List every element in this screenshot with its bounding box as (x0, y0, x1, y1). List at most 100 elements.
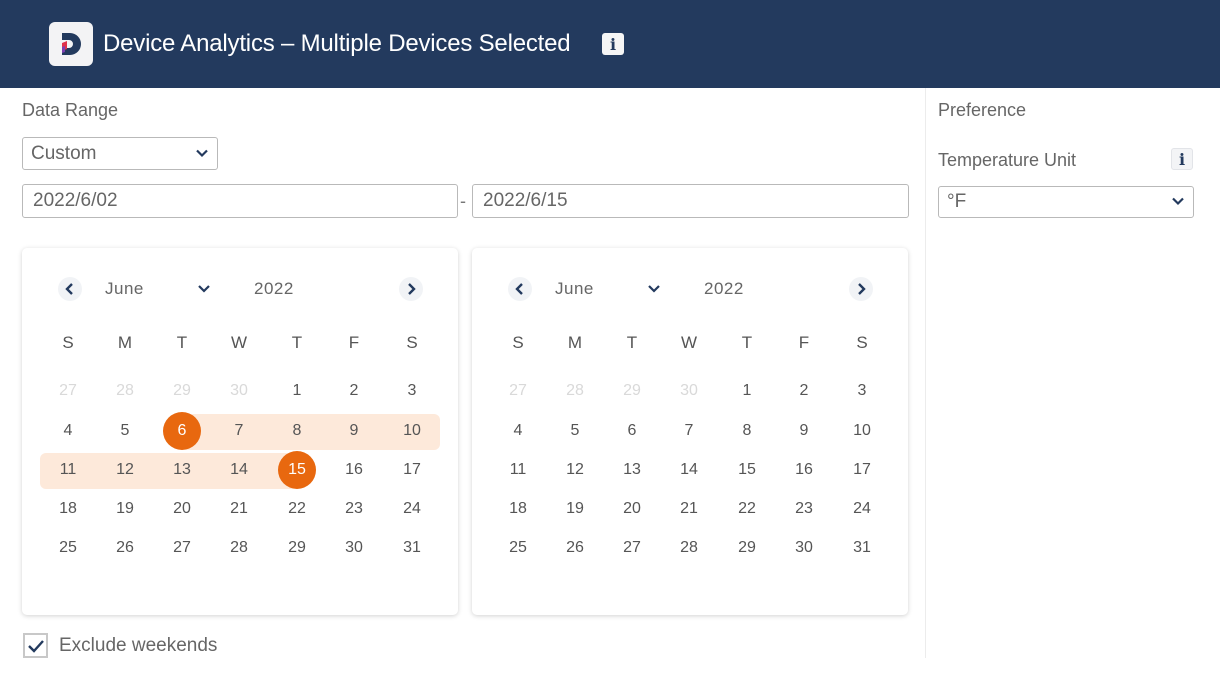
calendar-day[interactable]: 26 (555, 529, 595, 567)
calendar-day[interactable]: 21 (219, 490, 259, 528)
start-date-input[interactable]: 2022/6/02 (22, 184, 458, 218)
calendar-day[interactable]: 7 (669, 412, 709, 450)
calendar-day[interactable]: 11 (48, 451, 88, 489)
calendar-day[interactable]: 30 (784, 529, 824, 567)
calendar-day[interactable]: 1 (727, 372, 767, 410)
calendar-day[interactable]: 4 (498, 412, 538, 450)
calendar-day[interactable]: 5 (105, 412, 145, 450)
calendar-day[interactable]: 24 (842, 490, 882, 528)
calendar-day[interactable]: 18 (498, 490, 538, 528)
outside-month-day[interactable]: 27 (498, 372, 538, 410)
calendar-day[interactable]: 12 (105, 451, 145, 489)
calendar-day[interactable]: 23 (784, 490, 824, 528)
calendar-day[interactable]: 26 (105, 529, 145, 567)
calendar-day[interactable]: 8 (277, 412, 317, 450)
calendar-day[interactable]: 21 (669, 490, 709, 528)
calendar-day[interactable]: 19 (555, 490, 595, 528)
temperature-unit-select[interactable]: °F (938, 186, 1194, 218)
prev-month-button[interactable] (508, 277, 532, 301)
outside-month-day[interactable]: 30 (219, 372, 259, 410)
calendar-day[interactable]: 10 (392, 412, 432, 450)
end-date-input[interactable]: 2022/6/15 (472, 184, 909, 218)
calendar-day[interactable]: 25 (48, 529, 88, 567)
calendar-day[interactable]: 15 (727, 451, 767, 489)
temperature-unit-info-icon[interactable]: i (1171, 148, 1193, 170)
calendar-day[interactable]: 7 (219, 412, 259, 450)
calendar-day[interactable]: 16 (334, 451, 374, 489)
selected-day[interactable]: 6 (162, 412, 202, 450)
calendar-day[interactable]: 19 (105, 490, 145, 528)
calendar-day[interactable]: 1 (277, 372, 317, 410)
calendar-day[interactable]: 20 (612, 490, 652, 528)
end-date-value: 2022/6/15 (483, 190, 568, 211)
outside-month-day[interactable]: 28 (555, 372, 595, 410)
calendar-day[interactable]: 22 (277, 490, 317, 528)
app-logo (49, 22, 93, 66)
calendar-day[interactable]: 18 (48, 490, 88, 528)
calendar-day[interactable]: 28 (219, 529, 259, 567)
selected-day[interactable]: 15 (277, 451, 317, 489)
calendar-day[interactable]: 6 (612, 412, 652, 450)
outside-month-day[interactable]: 29 (162, 372, 202, 410)
app-header: Device Analytics – Multiple Devices Sele… (0, 0, 1220, 88)
calendar-day[interactable]: 30 (334, 529, 374, 567)
temperature-unit-label: Temperature Unit (938, 150, 1077, 170)
weekday-header: S (406, 333, 418, 352)
calendar-day[interactable]: 8 (727, 412, 767, 450)
weekday-header: M (117, 333, 133, 352)
outside-month-day[interactable]: 27 (48, 372, 88, 410)
calendar-day[interactable]: 5 (555, 412, 595, 450)
year-label[interactable]: 2022 (704, 279, 744, 299)
next-month-button[interactable] (399, 277, 423, 301)
calendar-day[interactable]: 10 (842, 412, 882, 450)
exclude-weekends-label[interactable]: Exclude weekends (59, 635, 217, 657)
calendar-day[interactable]: 11 (498, 451, 538, 489)
calendar-day[interactable]: 14 (669, 451, 709, 489)
page-title: Device Analytics – Multiple Devices Sele… (103, 30, 571, 57)
outside-month-day[interactable]: 30 (669, 372, 709, 410)
calendar-day[interactable]: 13 (612, 451, 652, 489)
calendar-day[interactable]: 13 (162, 451, 202, 489)
calendar-day[interactable]: 20 (162, 490, 202, 528)
calendar-day[interactable]: 3 (392, 372, 432, 410)
weekday-header: F (798, 333, 810, 352)
calendar-day[interactable]: 16 (784, 451, 824, 489)
calendar-day[interactable]: 12 (555, 451, 595, 489)
calendar-day[interactable]: 23 (334, 490, 374, 528)
month-dropdown-icon[interactable] (647, 281, 661, 299)
outside-month-day[interactable]: 28 (105, 372, 145, 410)
calendar-day[interactable]: 24 (392, 490, 432, 528)
chevron-right-icon (858, 283, 866, 295)
calendar-day[interactable]: 9 (784, 412, 824, 450)
calendar-day[interactable]: 14 (219, 451, 259, 489)
chevron-left-icon (65, 283, 73, 295)
prev-month-button[interactable] (58, 277, 82, 301)
next-month-button[interactable] (849, 277, 873, 301)
year-label[interactable]: 2022 (254, 279, 294, 299)
calendar-day[interactable]: 3 (842, 372, 882, 410)
calendar-day[interactable]: 9 (334, 412, 374, 450)
calendar-day[interactable]: 2 (334, 372, 374, 410)
calendar-day[interactable]: 2 (784, 372, 824, 410)
calendar-day[interactable]: 27 (612, 529, 652, 567)
calendar-day[interactable]: 31 (842, 529, 882, 567)
calendar-day[interactable]: 17 (392, 451, 432, 489)
month-select[interactable]: June (105, 279, 144, 299)
calendar-day[interactable]: 28 (669, 529, 709, 567)
calendar-day[interactable]: 4 (48, 412, 88, 450)
header-info-icon[interactable]: i (602, 33, 624, 55)
calendar-day[interactable]: 25 (498, 529, 538, 567)
calendar-day[interactable]: 22 (727, 490, 767, 528)
logo-d-icon (62, 33, 81, 55)
calendar-day[interactable]: 31 (392, 529, 432, 567)
calendar-day[interactable]: 29 (727, 529, 767, 567)
month-select[interactable]: June (555, 279, 594, 299)
temperature-unit-value: °F (947, 191, 967, 212)
calendar-day[interactable]: 27 (162, 529, 202, 567)
calendar-day[interactable]: 29 (277, 529, 317, 567)
outside-month-day[interactable]: 29 (612, 372, 652, 410)
date-range-preset-select[interactable]: Custom (22, 137, 218, 170)
calendar-day[interactable]: 17 (842, 451, 882, 489)
exclude-weekends-checkbox[interactable] (23, 633, 48, 658)
month-dropdown-icon[interactable] (197, 281, 211, 299)
